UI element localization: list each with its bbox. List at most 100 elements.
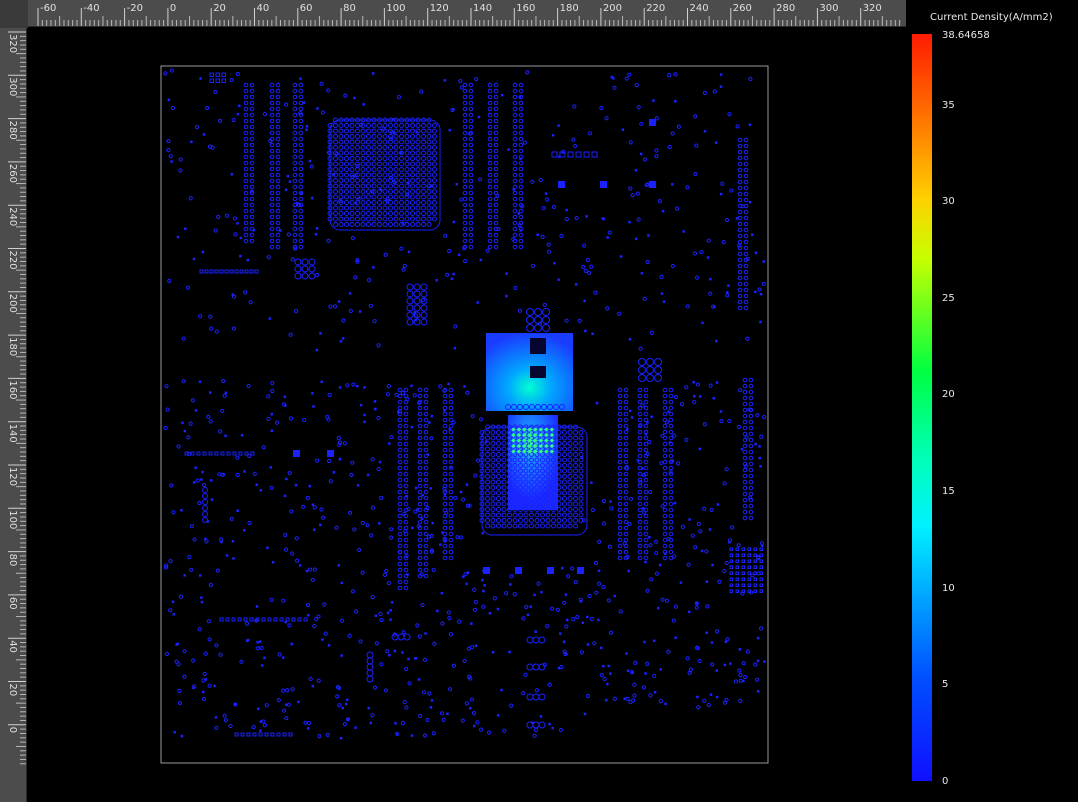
- via: [202, 505, 208, 511]
- component-pad: [630, 193, 635, 198]
- resistor-pad: [748, 383, 754, 389]
- via: [538, 636, 546, 644]
- component-pad: [163, 71, 168, 76]
- pad: [747, 559, 751, 563]
- bga-pad: [349, 222, 355, 227]
- bga-pad: [366, 222, 371, 227]
- pad: [753, 577, 757, 581]
- component-pad: [564, 318, 569, 323]
- component-pad: [222, 713, 227, 718]
- bga-pad: [349, 128, 355, 134]
- pad: [591, 151, 598, 158]
- bga-pad: [529, 512, 534, 518]
- resistor-pad: [637, 483, 643, 489]
- via: [646, 366, 654, 374]
- bga-pad: [578, 430, 584, 435]
- resistor-pad: [493, 196, 499, 202]
- bga-pad: [567, 446, 573, 452]
- component-pad: [536, 233, 539, 236]
- resistor-pad: [617, 417, 623, 423]
- component-pad: [187, 555, 192, 560]
- bga-pad: [366, 172, 371, 178]
- resistor-pad: [292, 190, 298, 196]
- bga-pad: [562, 430, 567, 435]
- resistor-pad: [662, 423, 668, 429]
- resistor-pad: [617, 471, 623, 477]
- resistor-pad: [662, 483, 668, 489]
- pad: [254, 269, 259, 274]
- component-pad: [220, 540, 223, 544]
- resistor-pad: [292, 142, 298, 148]
- component-pad: [401, 267, 406, 272]
- bga-pad: [485, 490, 490, 496]
- component-pad: [612, 85, 617, 90]
- resistor-pad: [617, 477, 623, 483]
- component-pad: [327, 644, 331, 647]
- bga-pad: [501, 512, 507, 518]
- bga-pad: [360, 200, 366, 205]
- component-pad: [356, 384, 359, 388]
- resistor-pad: [249, 88, 255, 94]
- resistor-pad: [493, 220, 499, 226]
- bga-pad: [333, 189, 338, 194]
- component-pad: [192, 257, 196, 261]
- vertical-ruler[interactable]: 3203002802602402202001801601401201008060…: [0, 28, 27, 802]
- bga-pad: [490, 457, 496, 463]
- resistor-pad: [417, 543, 423, 549]
- bga-pad: [485, 523, 490, 529]
- resistor-pad: [518, 160, 524, 166]
- bga-pad: [578, 446, 584, 452]
- pad: [753, 553, 757, 557]
- component-pad: [308, 159, 312, 163]
- component-pad: [290, 642, 294, 646]
- component-pad: [308, 484, 312, 488]
- pcb-canvas[interactable]: [28, 28, 906, 802]
- bga-pad: [432, 139, 437, 145]
- resistor-pad: [743, 221, 749, 227]
- component-pad: [335, 694, 340, 699]
- component-pad: [341, 318, 346, 323]
- resistor-pad: [512, 136, 518, 142]
- component-pad: [465, 582, 468, 586]
- component-pad: [756, 554, 761, 560]
- component-pad: [236, 112, 240, 116]
- component-pad: [457, 253, 461, 257]
- resistor-pad: [298, 94, 304, 100]
- component-pad: [628, 140, 633, 145]
- component-pad: [613, 594, 616, 598]
- component-pad: [625, 652, 628, 655]
- resistor-pad: [275, 232, 281, 238]
- bga-pad: [496, 523, 501, 529]
- component-pad: [438, 384, 443, 389]
- resistor-pad: [512, 220, 518, 226]
- component-pad: [169, 483, 174, 488]
- resistor-pad: [298, 160, 304, 166]
- resistor-pad: [448, 525, 454, 531]
- ic-pad: [530, 366, 546, 378]
- component-pad: [740, 591, 745, 596]
- bga-pad: [578, 468, 584, 474]
- component-pad: [518, 95, 522, 99]
- resistor-pad: [487, 214, 493, 220]
- horizontal-ruler[interactable]: -60 -40 -20 0 20 40 60 80 100 120 140 160 180 200 220 2…: [28, 0, 906, 27]
- component-pad: [199, 574, 202, 577]
- bga-pad: [485, 518, 490, 523]
- component-pad: [414, 318, 417, 322]
- component-pad: [702, 422, 707, 427]
- bga-pad: [490, 518, 496, 523]
- component-pad: [547, 682, 552, 687]
- legend-color-bar: [912, 34, 932, 781]
- component-pad: [564, 624, 569, 629]
- component-pad: [311, 684, 315, 688]
- component-pad: [736, 543, 741, 548]
- component-pad: [715, 381, 719, 384]
- bga-pad: [410, 134, 415, 139]
- bga-pad: [360, 211, 366, 216]
- pad: [741, 583, 745, 587]
- via: [538, 663, 546, 671]
- bga-pad: [366, 183, 371, 189]
- resistor-pad: [637, 417, 643, 423]
- bga-pad: [404, 134, 410, 139]
- bga-pad: [562, 463, 567, 468]
- resistor-pad: [397, 537, 403, 543]
